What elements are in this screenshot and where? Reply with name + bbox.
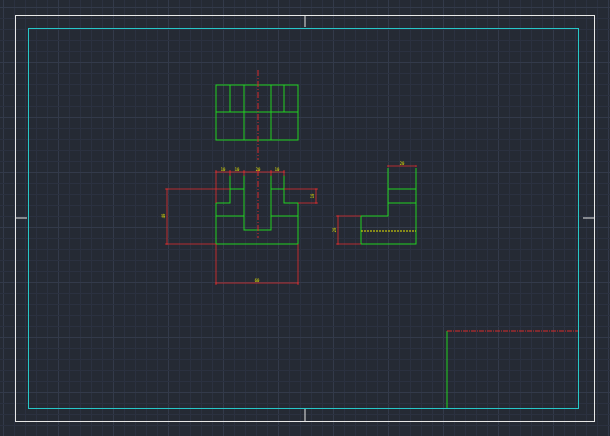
title-block	[446, 330, 578, 408]
drawing-grid	[0, 0, 610, 436]
dim-text-front-height: 40	[161, 213, 166, 218]
drawing-frame	[28, 28, 579, 409]
dim-text-front-top-4: 10	[275, 167, 280, 172]
dim-text-front-top-2: 10	[235, 167, 240, 172]
dim-text-front-step: 10	[310, 193, 315, 198]
dim-text-front-top-3: 20	[256, 167, 261, 172]
dim-text-side-top: 20	[400, 161, 405, 166]
dim-text-front-top-1: 10	[221, 167, 226, 172]
dim-text-front-width: 60	[255, 278, 260, 283]
dim-text-side-height: 20	[332, 227, 337, 232]
cad-viewport[interactable]: 10 10 20 10 40 10 60 20 20	[0, 0, 610, 436]
cad-canvas[interactable]: 10 10 20 10 40 10 60 20 20	[0, 0, 610, 436]
